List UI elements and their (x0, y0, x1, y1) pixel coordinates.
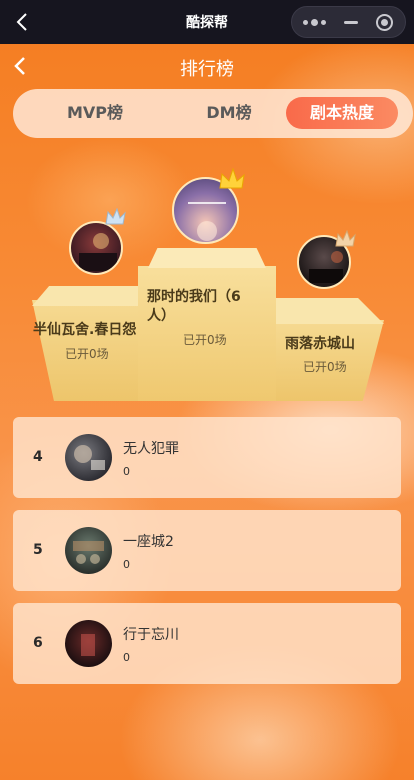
podium-top-first (148, 248, 266, 268)
podium-count-third: 已开0场 (303, 360, 347, 374)
podium-name-first[interactable]: 那时的我们（6人） (147, 288, 255, 326)
crown-silver-icon (105, 208, 126, 225)
poster-art-5 (73, 541, 104, 564)
podium: 半仙瓦舍.春日怨 已开0场 雨落赤城山 已开0场 那时的我们（6人） 已开0场 (0, 160, 414, 410)
script-name: 一座城2 (123, 534, 174, 550)
poster-art-second (79, 233, 117, 271)
podium-top-second (32, 286, 154, 306)
page-title: 排行榜 (180, 59, 234, 80)
session-count: 0 (123, 465, 130, 478)
podium-count-first: 已开0场 (183, 333, 227, 347)
podium-name-second[interactable]: 半仙瓦舍.春日怨 (33, 319, 136, 339)
session-count: 0 (123, 558, 130, 571)
list-item[interactable]: 5 一座城2 0 (13, 510, 401, 591)
script-avatar (65, 527, 112, 574)
poster-art-6 (81, 634, 95, 656)
tab-mvp[interactable]: MVP榜 (53, 97, 137, 129)
list-item[interactable]: 4 无人犯罪 0 (13, 417, 401, 498)
avatar-second[interactable] (69, 221, 123, 275)
podium-name-third[interactable]: 雨落赤城山 (285, 333, 355, 353)
rank-number: 4 (33, 449, 43, 465)
crown-gold-icon (219, 168, 245, 189)
wechat-capsule (291, 6, 406, 38)
rank-number: 6 (33, 635, 43, 651)
script-name: 行于忘川 (123, 627, 179, 643)
script-avatar (65, 434, 112, 481)
crown-bronze-icon (335, 230, 356, 247)
tab-dm[interactable]: DM榜 (179, 97, 279, 129)
page-header: 排行榜 (0, 44, 414, 88)
script-avatar (65, 620, 112, 667)
poster-art-4 (74, 445, 105, 470)
rank-number: 5 (33, 542, 43, 558)
podium-top-third (266, 298, 384, 324)
ranking-tabs: MVP榜 DM榜 剧本热度 (13, 89, 413, 138)
podium-count-second: 已开0场 (65, 347, 109, 361)
close-target-icon[interactable] (366, 7, 402, 37)
session-count: 0 (123, 651, 130, 664)
more-options-icon[interactable] (292, 7, 336, 37)
script-name: 无人犯罪 (123, 441, 179, 457)
minimize-icon[interactable] (336, 7, 366, 37)
list-item[interactable]: 6 行于忘川 0 (13, 603, 401, 684)
wechat-nav-bar: 酷探帮 (0, 0, 414, 44)
tab-script-heat[interactable]: 剧本热度 (286, 97, 398, 129)
